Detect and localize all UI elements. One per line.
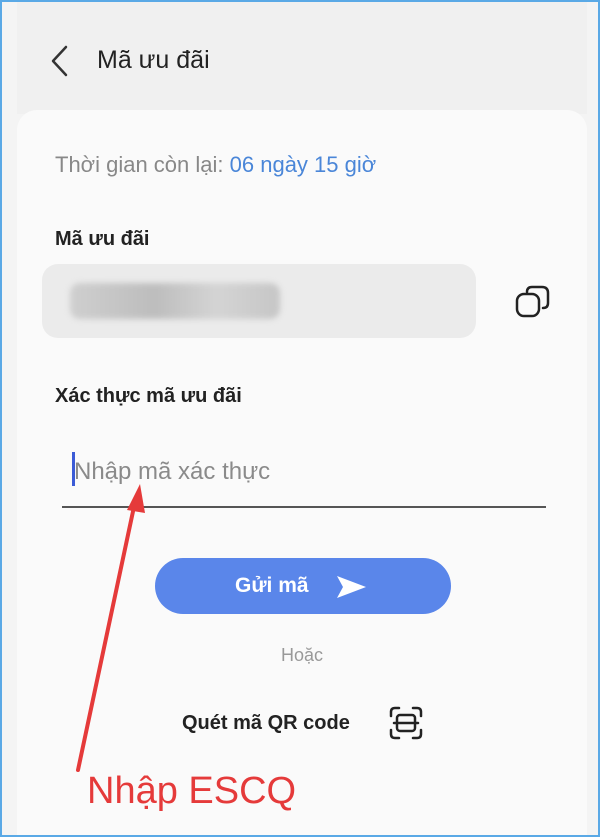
blurred-promo-code: [70, 283, 280, 319]
send-icon: [337, 576, 366, 598]
send-code-label: Gửi mã: [235, 574, 309, 597]
page-title: Mã ưu đãi: [97, 46, 210, 74]
promo-code-label: Mã ưu đãi: [55, 228, 150, 250]
verify-code-input[interactable]: [62, 450, 554, 494]
scan-qr-label[interactable]: Quét mã QR code: [182, 712, 350, 735]
time-remaining: Thời gian còn lại: 06 ngày 15 giờ: [55, 152, 376, 178]
copy-icon[interactable]: [513, 282, 553, 322]
verify-code-label: Xác thực mã ưu đãi: [55, 385, 242, 407]
time-remaining-value: 06 ngày 15 giờ: [229, 152, 377, 177]
annotation-label: Nhập ESCQ: [87, 770, 297, 812]
verify-code-field[interactable]: [62, 442, 554, 508]
qr-scan-icon[interactable]: [387, 704, 425, 742]
time-remaining-label: Thời gian còn lại:: [55, 152, 224, 177]
back-arrow-icon[interactable]: [48, 44, 72, 78]
or-divider: Hoặc: [280, 645, 324, 665]
text-caret: [72, 452, 75, 486]
screenshot-frame: Mã ưu đãi Thời gian còn lại: 06 ngày 15 …: [0, 0, 600, 837]
